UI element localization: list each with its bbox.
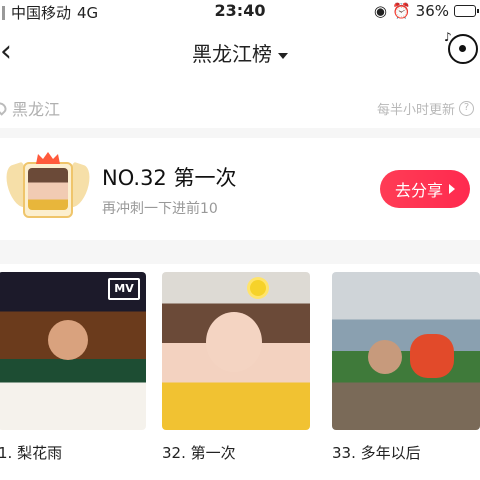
update-info[interactable]: 每半小时更新 ? — [377, 99, 474, 118]
region-location: 黑龙江 — [0, 96, 60, 120]
caret-down-icon — [278, 52, 288, 59]
section-divider-2 — [0, 240, 480, 264]
region-row: 黑龙江 每半小时更新 ? — [0, 92, 480, 122]
lock-rotation-icon: ◉ — [373, 2, 387, 20]
page-title: 黑龙江榜 — [192, 42, 272, 66]
help-icon[interactable]: ? — [459, 101, 474, 116]
crown-icon — [34, 150, 62, 164]
rank-badge — [1, 150, 95, 230]
update-note: 每半小时更新 — [376, 103, 455, 118]
music-disc-icon[interactable]: ♪ — [444, 30, 478, 64]
video-caption: 33. 多年以后 — [332, 444, 421, 462]
video-caption: 1. 梨花雨 — [0, 444, 63, 462]
share-button[interactable]: 去分享 — [380, 170, 470, 208]
share-label: 去分享 — [394, 181, 443, 200]
battery-icon — [454, 5, 479, 17]
video-thumbnail[interactable]: MV — [0, 272, 146, 430]
music-note-icon: ♪ — [444, 30, 452, 44]
video-card[interactable]: 32. 第一次 — [162, 272, 310, 463]
status-right: ◉ ⏰ 36% — [373, 2, 479, 20]
video-caption: 32. 第一次 — [162, 444, 236, 462]
flower-icon — [250, 280, 266, 296]
location-pin-icon — [0, 100, 9, 116]
video-grid: MV 1. 梨花雨 32. 第一次 33. 多年以后 — [0, 272, 480, 480]
rank-title: NO.32 第一次 — [102, 166, 237, 190]
rank-subtitle: 再冲刺一下进前10 — [102, 201, 218, 217]
video-card[interactable]: 33. 多年以后 — [332, 272, 480, 463]
nav-bar: ‹ 黑龙江榜 ♪ — [0, 30, 480, 74]
rank-card: NO.32 第一次 再冲刺一下进前10 去分享 — [0, 138, 480, 238]
person-figure — [206, 312, 262, 372]
person-figure — [48, 320, 88, 360]
video-thumbnail[interactable] — [332, 272, 480, 430]
section-divider — [0, 128, 480, 138]
battery-percent: 36% — [415, 2, 449, 20]
video-thumbnail[interactable] — [162, 272, 310, 430]
region-name: 黑龙江 — [12, 100, 61, 119]
alarm-icon: ⏰ — [391, 2, 411, 20]
mv-icon: MV — [108, 278, 140, 300]
flower-bush — [410, 334, 454, 378]
play-arrow-icon — [449, 184, 455, 194]
person-figure — [368, 340, 402, 374]
avatar — [28, 168, 68, 210]
region-selector[interactable]: 黑龙江榜 — [0, 38, 480, 67]
status-bar: 中国移动 4G 23:40 ◉ ⏰ 36% — [0, 0, 480, 24]
video-card[interactable]: MV 1. 梨花雨 — [0, 272, 146, 463]
